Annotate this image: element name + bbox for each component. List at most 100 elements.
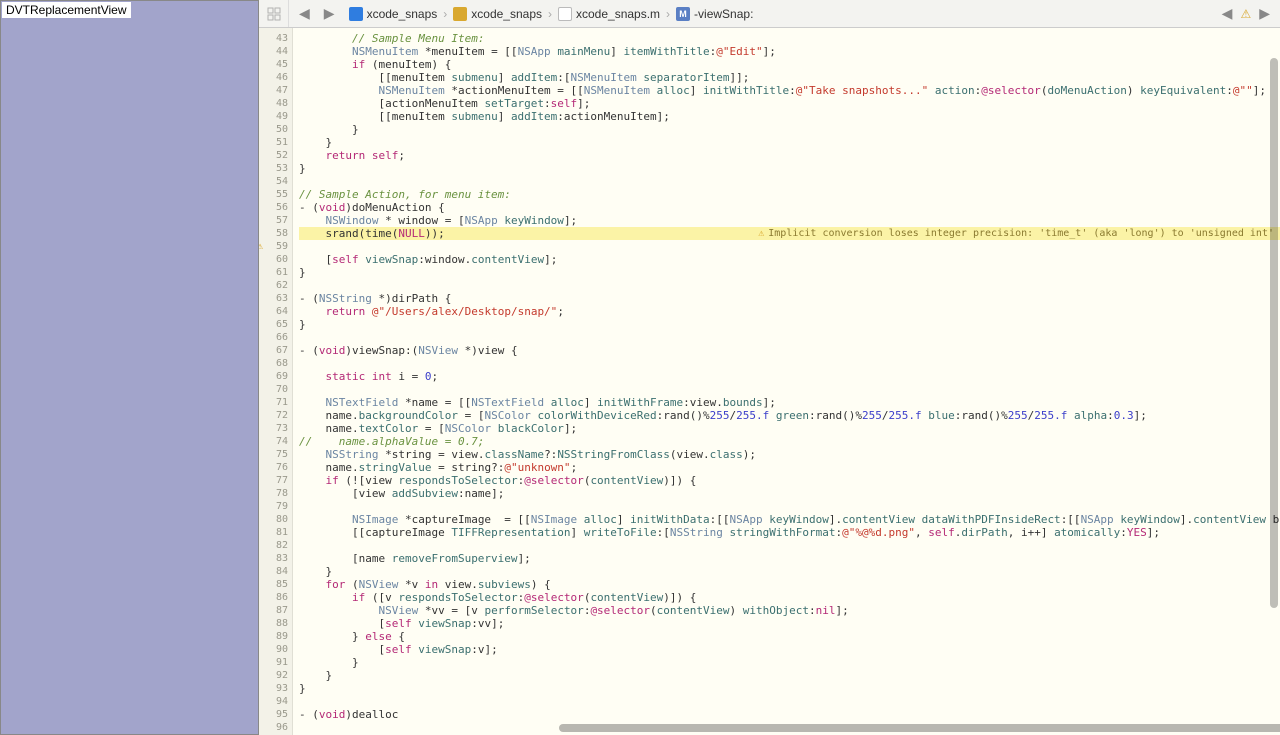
line-number: 90 (259, 643, 288, 656)
breadcrumb-icon (453, 7, 467, 21)
code-line[interactable]: NSWindow * window = [NSApp keyWindow]; (299, 214, 1280, 227)
code-line[interactable]: } else { (299, 630, 1280, 643)
code-line[interactable]: } (299, 162, 1280, 175)
inline-warning[interactable]: ⚠Implicit conversion loses integer preci… (752, 227, 1280, 240)
code-line[interactable]: - (void)doMenuAction { (299, 201, 1280, 214)
code-line[interactable] (299, 175, 1280, 188)
breadcrumb-icon: M (676, 7, 690, 21)
line-number: 49 (259, 110, 288, 123)
code-line[interactable]: [self viewSnap:v]; (299, 643, 1280, 656)
line-number: 68 (259, 357, 288, 370)
line-number: 72 (259, 409, 288, 422)
code-line[interactable] (299, 539, 1280, 552)
line-number: 43 (259, 32, 288, 45)
code-line[interactable] (299, 279, 1280, 292)
code-line[interactable]: NSString *string = view.className?:NSStr… (299, 448, 1280, 461)
code-line[interactable]: [[captureImage TIFFRepresentation] write… (299, 526, 1280, 539)
line-number: 77 (259, 474, 288, 487)
line-number: 80 (259, 513, 288, 526)
code-line[interactable] (299, 240, 1280, 253)
code-content[interactable]: // Sample Menu Item: NSMenuItem *menuIte… (293, 28, 1280, 735)
line-number: 81 (259, 526, 288, 539)
code-line[interactable]: } (299, 266, 1280, 279)
breadcrumb-segment[interactable]: xcode_snaps.m (576, 7, 660, 21)
breadcrumb: xcode_snaps›xcode_snaps›mxcode_snaps.m›M… (345, 7, 758, 21)
code-line[interactable]: } (299, 669, 1280, 682)
code-line[interactable]: for (NSView *v in view.subviews) { (299, 578, 1280, 591)
code-line[interactable]: NSView *vv = [v performSelector:@selecto… (299, 604, 1280, 617)
next-issue-button[interactable]: ▶ (1255, 5, 1274, 22)
code-line[interactable]: } (299, 123, 1280, 136)
breadcrumb-segment[interactable]: xcode_snaps (471, 7, 542, 21)
code-line[interactable]: if ([v respondsToSelector:@selector(cont… (299, 591, 1280, 604)
code-line[interactable]: static int i = 0; (299, 370, 1280, 383)
nav-back-button[interactable]: ◀ (295, 5, 314, 22)
breadcrumb-segment[interactable]: -viewSnap: (694, 7, 753, 21)
jump-bar: ◀ ▶ xcode_snaps›xcode_snaps›mxcode_snaps… (259, 0, 1280, 28)
nav-forward-button[interactable]: ▶ (320, 5, 339, 22)
code-line[interactable]: - (void)dealloc (299, 708, 1280, 721)
line-number: 46 (259, 71, 288, 84)
code-line[interactable]: NSMenuItem *menuItem = [[NSApp mainMenu]… (299, 45, 1280, 58)
code-line[interactable]: if (menuItem) { (299, 58, 1280, 71)
code-line[interactable]: return @"/Users/alex/Desktop/snap/"; (299, 305, 1280, 318)
line-number: 52 (259, 149, 288, 162)
code-line[interactable]: if (![view respondsToSelector:@selector(… (299, 474, 1280, 487)
code-line[interactable]: [name removeFromSuperview]; (299, 552, 1280, 565)
code-line[interactable]: } (299, 656, 1280, 669)
jump-bar-right: ◀ ⚠ ▶ (1218, 5, 1280, 22)
line-number: 61 (259, 266, 288, 279)
code-line[interactable]: [self viewSnap:window.contentView]; (299, 253, 1280, 266)
warning-icon[interactable]: ⚠ (1240, 7, 1251, 21)
code-line[interactable]: name.stringValue = string?:@"unknown"; (299, 461, 1280, 474)
navigator-title: DVTReplacementView (2, 2, 131, 18)
code-line[interactable]: - (NSString *)dirPath { (299, 292, 1280, 305)
code-line[interactable]: name.textColor = [NSColor blackColor]; (299, 422, 1280, 435)
vertical-scrollbar[interactable] (1270, 58, 1278, 608)
line-number: 56 (259, 201, 288, 214)
line-number: 75 (259, 448, 288, 461)
code-line[interactable]: [view addSubview:name]; (299, 487, 1280, 500)
line-number: 51 (259, 136, 288, 149)
line-number: 94 (259, 695, 288, 708)
code-line[interactable] (299, 695, 1280, 708)
code-line[interactable]: [[menuItem submenu] addItem:[NSMenuItem … (299, 71, 1280, 84)
line-number: 58 (259, 227, 288, 240)
code-line[interactable]: NSImage *captureImage = [[NSImage alloc]… (299, 513, 1280, 526)
code-line[interactable]: } (299, 682, 1280, 695)
code-line[interactable]: // Sample Menu Item: (299, 32, 1280, 45)
code-line[interactable]: [self viewSnap:vv]; (299, 617, 1280, 630)
code-line[interactable]: NSMenuItem *actionMenuItem = [[NSMenuIte… (299, 84, 1280, 97)
code-line[interactable]: // name.alphaValue = 0.7; (299, 435, 1280, 448)
prev-issue-button[interactable]: ◀ (1218, 5, 1237, 22)
code-line[interactable]: NSTextField *name = [[NSTextField alloc]… (299, 396, 1280, 409)
code-editor[interactable]: 4344454647484950515253545556575859⚠60616… (259, 28, 1280, 735)
related-items-button[interactable] (259, 0, 289, 27)
line-number: 92 (259, 669, 288, 682)
code-line[interactable]: } (299, 565, 1280, 578)
line-number: 45 (259, 58, 288, 71)
code-line[interactable] (299, 383, 1280, 396)
line-number: 89 (259, 630, 288, 643)
code-line[interactable] (299, 500, 1280, 513)
code-line[interactable]: name.backgroundColor = [NSColor colorWit… (299, 409, 1280, 422)
breadcrumb-segment[interactable]: xcode_snaps (367, 7, 438, 21)
horizontal-scrollbar[interactable] (559, 724, 1280, 732)
code-line[interactable] (299, 331, 1280, 344)
code-line[interactable]: - (void)viewSnap:(NSView *)view { (299, 344, 1280, 357)
line-number: 44 (259, 45, 288, 58)
line-number: 76 (259, 461, 288, 474)
line-number: 82 (259, 539, 288, 552)
code-line[interactable]: // Sample Action, for menu item: (299, 188, 1280, 201)
code-line[interactable]: return self; (299, 149, 1280, 162)
code-line[interactable] (299, 357, 1280, 370)
line-number: 57 (259, 214, 288, 227)
code-line[interactable]: } (299, 318, 1280, 331)
code-line[interactable]: } (299, 136, 1280, 149)
line-number: 54 (259, 175, 288, 188)
code-line[interactable]: [[menuItem submenu] addItem:actionMenuIt… (299, 110, 1280, 123)
line-number: 86 (259, 591, 288, 604)
code-line[interactable]: [actionMenuItem setTarget:self]; (299, 97, 1280, 110)
line-number: 70 (259, 383, 288, 396)
navigator-pane[interactable]: DVTReplacementView (0, 0, 259, 735)
